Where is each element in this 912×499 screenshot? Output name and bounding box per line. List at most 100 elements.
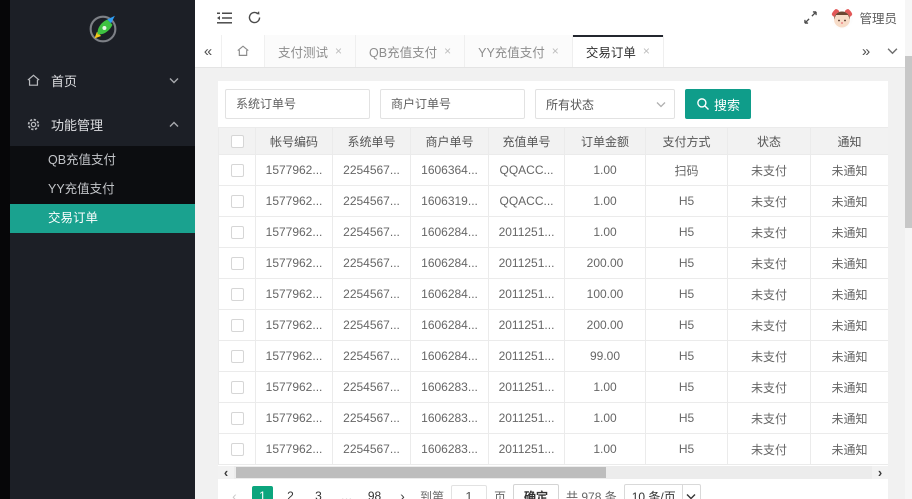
page-button-1[interactable]: 1 <box>252 486 273 499</box>
status-select[interactable]: 所有状态 <box>535 89 675 119</box>
user-name[interactable]: 管理员 <box>859 8 897 27</box>
tab-2[interactable]: QB充值支付 × <box>356 35 466 67</box>
next-page-button[interactable]: › <box>392 486 413 499</box>
goto-page-input[interactable] <box>451 485 488 499</box>
scroll-left-arrow[interactable]: ‹ <box>218 466 234 479</box>
user-avatar[interactable] <box>831 6 854 29</box>
close-icon[interactable]: × <box>552 44 559 58</box>
tab-home[interactable] <box>221 35 265 67</box>
amount-cell: 1.00 <box>564 216 646 248</box>
recharge-no-cell: 2011251... <box>488 402 565 434</box>
merchant-no-cell: 1606283... <box>410 433 489 465</box>
recharge-no-cell: 2011251... <box>488 371 565 403</box>
account-cell: 1577962... <box>255 340 333 372</box>
row-checkbox[interactable] <box>230 381 244 395</box>
tabbar-right-controls: » <box>853 35 905 67</box>
status-cell: 未支付 <box>727 154 811 186</box>
app-window: 首页 功能管理 QB充值支付 YY充值支付 交易订单 管理员 « 支付测试 × … <box>0 0 912 499</box>
collapse-sidebar-button[interactable] <box>209 3 239 33</box>
row-checkbox[interactable] <box>230 443 244 457</box>
row-checkbox[interactable] <box>230 226 244 240</box>
tabs-scroll-right-button[interactable]: » <box>853 43 879 60</box>
search-bar: 所有状态 搜索 <box>218 81 888 127</box>
page-size-value: 10 条/页 <box>631 489 676 499</box>
amount-cell: 1.00 <box>564 402 646 434</box>
merchant-no-cell: 1606364... <box>410 154 489 186</box>
refresh-button[interactable] <box>239 3 269 33</box>
row-checkbox[interactable] <box>230 350 244 364</box>
table-row: 1577962... 2254567... 1606284... 2011251...… <box>218 216 888 248</box>
toolbar-right: 管理员 <box>795 3 899 33</box>
row-checkbox[interactable] <box>230 195 244 209</box>
amount-cell: 99.00 <box>564 340 646 372</box>
select-all-checkbox[interactable] <box>230 135 244 149</box>
sidebar-item-function-mgmt[interactable]: 功能管理 <box>10 102 195 146</box>
amount-cell: 200.00 <box>564 309 646 341</box>
account-cell: 1577962... <box>255 216 333 248</box>
page-button-3[interactable]: 3 <box>308 486 329 499</box>
row-checkbox[interactable] <box>230 412 244 426</box>
notify-cell: 未通知 <box>810 340 888 372</box>
table-row: 1577962... 2254567... 1606364... QQACC... 1.… <box>218 154 888 186</box>
system-order-input[interactable] <box>225 89 370 119</box>
page-size-select[interactable]: 10 条/页 <box>623 484 701 499</box>
tab-menu-button[interactable] <box>879 47 905 55</box>
system-no-cell: 2254567... <box>332 402 411 434</box>
horizontal-scroll-thumb[interactable] <box>236 467 607 478</box>
sidebar-item-qb-recharge[interactable]: QB充值支付 <box>10 146 195 175</box>
tab-label: QB充值支付 <box>369 45 438 60</box>
page-button-2[interactable]: 2 <box>280 486 301 499</box>
search-button[interactable]: 搜索 <box>685 89 752 119</box>
page-button-98[interactable]: 98 <box>364 486 385 499</box>
notify-cell: 未通知 <box>810 247 888 279</box>
close-icon[interactable]: × <box>643 44 650 58</box>
tab-3[interactable]: YY充值支付 × <box>465 35 573 67</box>
system-no-cell: 2254567... <box>332 247 411 279</box>
sidebar-item-home[interactable]: 首页 <box>10 58 195 102</box>
rocket-logo-icon <box>84 10 122 48</box>
chevron-up-icon <box>169 121 179 128</box>
sidebar-item-yy-recharge[interactable]: YY充值支付 <box>10 175 195 204</box>
chevron-down-icon <box>169 77 179 84</box>
row-checkbox[interactable] <box>230 288 244 302</box>
home-icon <box>26 73 41 88</box>
tab-4[interactable]: 交易订单 × <box>572 35 664 67</box>
pay-type-cell: H5 <box>645 278 728 310</box>
select-all-header <box>218 127 256 155</box>
column-header: 商户单号 <box>410 127 489 155</box>
search-icon <box>696 97 710 111</box>
close-icon[interactable]: × <box>444 44 451 58</box>
close-icon[interactable]: × <box>335 44 342 58</box>
horizontal-scroll-track[interactable] <box>234 466 872 479</box>
row-checkbox[interactable] <box>230 319 244 333</box>
vertical-scrollbar[interactable] <box>905 0 912 499</box>
row-select-cell <box>218 185 256 217</box>
amount-cell: 1.00 <box>564 185 646 217</box>
system-no-cell: 2254567... <box>332 154 411 186</box>
tab-1[interactable]: 支付测试 × <box>265 35 357 67</box>
page-content: 所有状态 搜索 <box>195 68 905 499</box>
confirm-button[interactable]: 确定 <box>513 484 560 499</box>
scroll-right-arrow[interactable]: › <box>872 466 888 479</box>
account-cell: 1577962... <box>255 433 333 465</box>
sidebar: 首页 功能管理 QB充值支付 YY充值支付 交易订单 <box>10 0 195 499</box>
tabs-scroll-left-button[interactable]: « <box>195 35 221 67</box>
account-cell: 1577962... <box>255 247 333 279</box>
merchant-order-input[interactable] <box>380 89 525 119</box>
notify-cell: 未通知 <box>810 371 888 403</box>
merchant-no-cell: 1606283... <box>410 371 489 403</box>
fullscreen-button[interactable] <box>795 3 825 33</box>
total-count-label: 共 978 条 <box>566 489 617 499</box>
vertical-scroll-thumb[interactable] <box>905 56 912 228</box>
row-checkbox[interactable] <box>230 257 244 271</box>
prev-page-button[interactable]: ‹ <box>224 486 245 499</box>
goto-label: 到第 <box>420 489 445 499</box>
system-no-cell: 2254567... <box>332 278 411 310</box>
pay-type-cell: H5 <box>645 402 728 434</box>
row-checkbox[interactable] <box>230 164 244 178</box>
status-cell: 未支付 <box>727 402 811 434</box>
refresh-icon <box>247 10 262 25</box>
sidebar-item-trade-orders[interactable]: 交易订单 <box>10 204 195 233</box>
table-header-row: 帐号编码 系统单号 商户单号 充值单号 订单金额 支付方式 状态 通知 <box>218 127 888 155</box>
pay-type-cell: H5 <box>645 216 728 248</box>
